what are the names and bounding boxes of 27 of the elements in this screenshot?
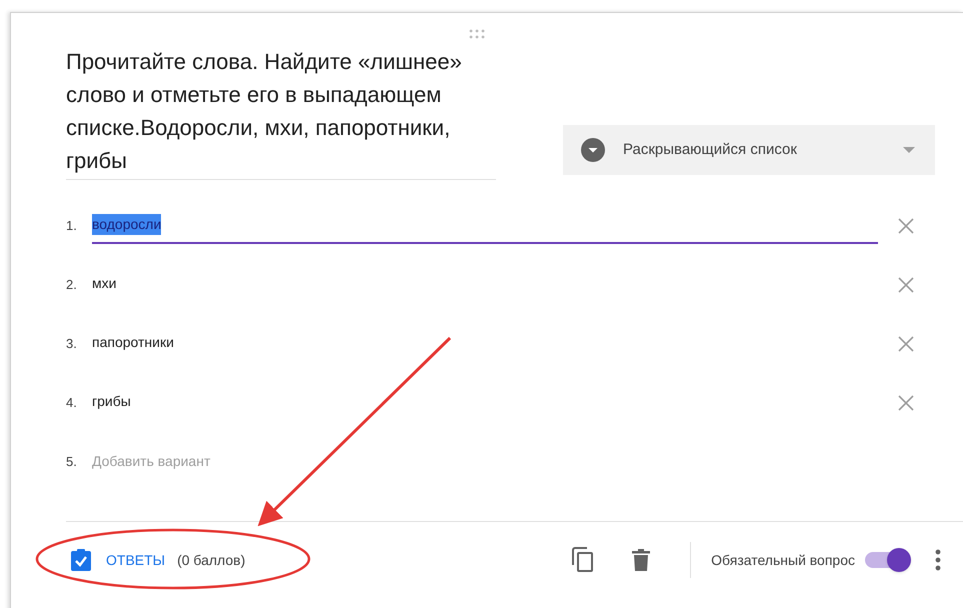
option-field[interactable]: мхи — [92, 266, 878, 302]
option-number: 2. — [66, 276, 78, 294]
required-label: Обязательный вопрос — [711, 550, 855, 570]
question-type-dropdown[interactable]: Раскрывающийся список — [563, 125, 935, 175]
remove-option-icon[interactable] — [898, 394, 914, 410]
question-field[interactable]: Прочитайте слова. Найдите «лишнее» слово и отметьте его в выпадающем списке.Водоросли, мхи, папоротники, грибы — [66, 45, 496, 180]
remove-option-icon[interactable] — [898, 218, 914, 234]
option-number: 3. — [66, 334, 78, 353]
clipboard-check-icon[interactable] — [70, 548, 92, 572]
option-number: 1. — [66, 216, 78, 235]
dropdown-circle-icon — [581, 138, 605, 162]
caret-icon — [903, 147, 915, 153]
option-field[interactable]: грибы — [92, 384, 878, 420]
drag-handle-icon[interactable] — [468, 29, 486, 39]
remove-option-icon[interactable] — [898, 336, 914, 352]
option-field[interactable]: папоротники — [92, 326, 878, 362]
points-text: (0 баллов) — [177, 550, 246, 570]
more-options-icon[interactable] — [935, 549, 941, 571]
add-option-field[interactable]: Добавить вариант — [92, 451, 914, 472]
copy-icon[interactable] — [572, 547, 594, 573]
answers-link[interactable]: ОТВЕТЫ — [106, 550, 166, 570]
option-number: 5. — [66, 452, 78, 471]
option-number: 4. — [66, 394, 78, 412]
remove-option-icon[interactable] — [898, 276, 914, 292]
required-switch[interactable] — [865, 547, 913, 573]
trash-icon[interactable] — [632, 549, 650, 571]
option-field[interactable]: водоросли — [92, 208, 878, 244]
